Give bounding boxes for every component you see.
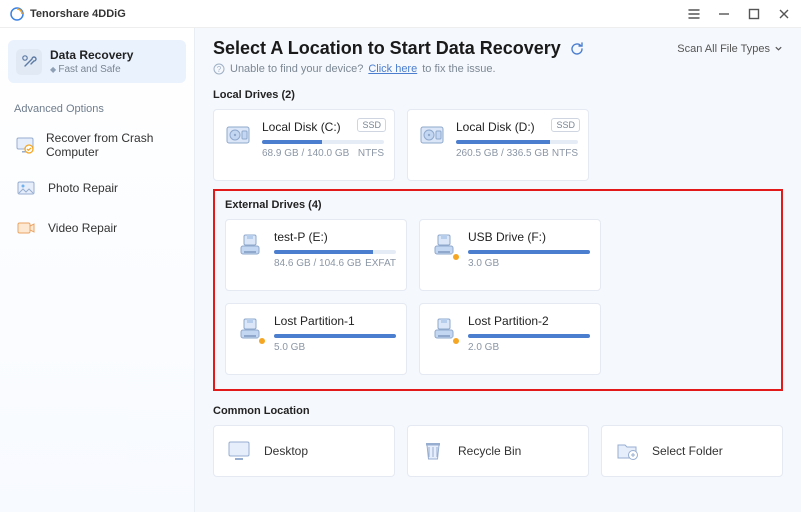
page-title: Select A Location to Start Data Recovery <box>213 38 585 59</box>
sidebar-advanced-header: Advanced Options <box>0 103 194 123</box>
usage-bar <box>468 250 590 254</box>
sidebar-item-photo-repair[interactable]: Photo Repair <box>0 168 194 208</box>
hdd-icon <box>224 122 252 150</box>
sidebar-item-label: Photo Repair <box>48 181 118 195</box>
content-area: Select A Location to Start Data Recovery… <box>195 28 801 512</box>
drive-name: Lost Partition-1 <box>274 314 396 328</box>
drive-size: 260.5 GB / 336.5 GB <box>456 148 549 159</box>
maximize-icon[interactable] <box>747 7 761 21</box>
section-external-drives: External Drives (4) <box>225 199 771 211</box>
usage-bar <box>274 334 396 338</box>
sidebar-item-label: Video Repair <box>48 221 117 235</box>
usage-bar <box>468 334 590 338</box>
hdd-icon <box>418 122 446 150</box>
question-icon: ? <box>213 63 225 75</box>
drive-size: 5.0 GB <box>274 342 305 353</box>
menu-icon[interactable] <box>687 7 701 21</box>
recycle-bin-icon <box>420 438 446 464</box>
tile-label: Desktop <box>264 444 308 458</box>
sidebar-main-label: Data Recovery <box>50 48 133 62</box>
sidebar-main-sub: Fast and Safe <box>50 64 133 75</box>
external-drives-highlight: External Drives (4) test-P (E:) 84.6 GB … <box>213 189 783 391</box>
image-icon <box>14 176 38 200</box>
video-icon <box>14 216 38 240</box>
usb-drive-icon <box>430 232 458 260</box>
common-tile-desktop[interactable]: Desktop <box>213 425 395 477</box>
drive-name: Lost Partition-2 <box>468 314 590 328</box>
drive-fs: NTFS <box>358 148 384 159</box>
hint-link[interactable]: Click here <box>368 63 417 75</box>
close-icon[interactable] <box>777 7 791 21</box>
section-common-location: Common Location <box>213 405 783 417</box>
drive-size: 84.6 GB / 104.6 GB <box>274 258 361 269</box>
usb-drive-icon <box>430 316 458 344</box>
tools-icon <box>16 49 42 75</box>
minimize-icon[interactable] <box>717 7 731 21</box>
usage-bar <box>456 140 578 144</box>
section-local-drives: Local Drives (2) <box>213 89 783 101</box>
svg-text:?: ? <box>217 65 222 74</box>
select-folder-icon <box>614 438 640 464</box>
app-logo-icon <box>10 7 24 21</box>
drive-card[interactable]: USB Drive (F:) 3.0 GB <box>419 219 601 291</box>
sidebar-item-crash-recover[interactable]: Recover from Crash Computer <box>0 123 194 168</box>
monitor-icon <box>14 133 36 157</box>
drive-fs: NTFS <box>552 148 578 159</box>
drive-name: test-P (E:) <box>274 230 396 244</box>
chevron-down-icon <box>774 44 783 53</box>
usb-drive-icon <box>236 316 264 344</box>
ssd-badge: SSD <box>357 118 386 132</box>
desktop-icon <box>226 438 252 464</box>
drive-size: 2.0 GB <box>468 342 499 353</box>
sidebar-item-video-repair[interactable]: Video Repair <box>0 208 194 248</box>
drive-card[interactable]: Lost Partition-2 2.0 GB <box>419 303 601 375</box>
common-tile-select-folder[interactable]: Select Folder <box>601 425 783 477</box>
drive-name: USB Drive (F:) <box>468 230 590 244</box>
sidebar-item-label: Recover from Crash Computer <box>46 131 180 160</box>
sidebar-item-data-recovery[interactable]: Data Recovery Fast and Safe <box>8 40 186 83</box>
drive-size: 3.0 GB <box>468 258 499 269</box>
device-hint: ? Unable to find your device? Click here… <box>213 63 783 75</box>
drive-card[interactable]: Local Disk (D:) 260.5 GB / 336.5 GBNTFS … <box>407 109 589 181</box>
drive-card[interactable]: Local Disk (C:) 68.9 GB / 140.0 GBNTFS S… <box>213 109 395 181</box>
title-bar: Tenorshare 4DDiG <box>0 0 801 28</box>
refresh-icon[interactable] <box>569 41 585 57</box>
scan-all-file-types[interactable]: Scan All File Types <box>677 43 783 55</box>
usage-bar <box>262 140 384 144</box>
usb-drive-icon <box>236 232 264 260</box>
usage-bar <box>274 250 396 254</box>
sidebar: Data Recovery Fast and Safe Advanced Opt… <box>0 28 195 512</box>
tile-label: Recycle Bin <box>458 444 521 458</box>
common-tile-recycle-bin[interactable]: Recycle Bin <box>407 425 589 477</box>
tile-label: Select Folder <box>652 444 723 458</box>
drive-card[interactable]: test-P (E:) 84.6 GB / 104.6 GB EXFAT <box>225 219 407 291</box>
window-controls <box>687 7 791 21</box>
app-title: Tenorshare 4DDiG <box>30 8 126 20</box>
ssd-badge: SSD <box>551 118 580 132</box>
drive-card[interactable]: Lost Partition-1 5.0 GB <box>225 303 407 375</box>
drive-size: 68.9 GB / 140.0 GB <box>262 148 349 159</box>
drive-fs: EXFAT <box>365 258 396 269</box>
